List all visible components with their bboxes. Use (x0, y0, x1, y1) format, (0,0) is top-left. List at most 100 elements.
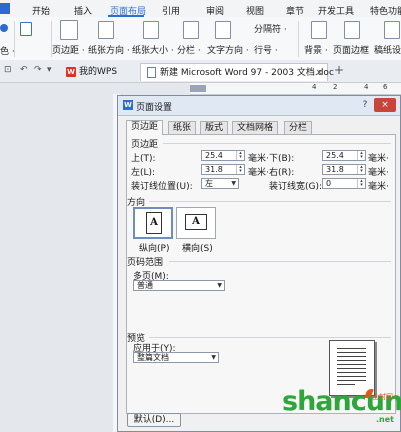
preview-line (337, 368, 366, 369)
background-button[interactable]: 背景 · (304, 43, 328, 56)
document-icon (147, 67, 156, 78)
wps-app-icon: W (123, 100, 133, 110)
divider (149, 337, 391, 338)
draft-paper-icon (384, 21, 400, 39)
landscape-page-icon: A (185, 214, 207, 230)
dialog-title: 页面设置 (136, 103, 173, 113)
preview-line (337, 372, 366, 373)
tab-margins[interactable]: 页边距 (126, 120, 164, 135)
close-tab-icon[interactable]: × (315, 64, 323, 82)
undo-icon[interactable]: ↶ (20, 65, 28, 75)
redo-icon[interactable]: ↷ (34, 65, 42, 75)
right-margin-value: 31.8 (326, 165, 344, 174)
app-menu-icon[interactable] (0, 3, 10, 14)
multi-pages-select[interactable]: 普通 ▼ (133, 280, 225, 291)
apply-to-select[interactable]: 整篇文档 ▼ (133, 352, 219, 363)
landscape-option[interactable]: A (176, 207, 216, 239)
spin-arrows-icon[interactable]: ▴ ▾ (236, 151, 244, 160)
tab-features[interactable]: 特色功能 (370, 4, 401, 17)
divider (169, 261, 391, 262)
preview-line (337, 360, 366, 361)
tab-review[interactable]: 审阅 (206, 4, 224, 17)
ribbon-toolbar: 色 · 页边距 · 纸张方向 · 纸张大小 · 分栏 · 文字方向 · 分隔符 … (0, 17, 401, 61)
help-icon[interactable]: ? (358, 99, 372, 112)
horizontal-ruler[interactable]: 4 2 4 6 (190, 83, 401, 95)
unit-label: 毫米· (368, 182, 389, 192)
top-margin-input[interactable]: 25.4 ▴ ▾ (201, 150, 245, 161)
top-margin-label: 上(T): (131, 154, 156, 164)
right-margin-input[interactable]: 31.8 ▴ ▾ (322, 164, 366, 175)
preview-line (337, 380, 366, 381)
landscape-label[interactable]: 横向(S) (182, 241, 213, 254)
page-border-button[interactable]: 页面边框 (333, 43, 369, 56)
theme-color-button[interactable]: 色 · (0, 44, 15, 57)
divider (149, 201, 391, 202)
tab-active-document[interactable]: 新建 Microsoft Word 97 - 2003 文档.doc × (140, 63, 334, 82)
dialog-title-bar[interactable]: W 页面设置 ? × (118, 96, 400, 116)
tab-active-document-label: 新建 Microsoft Word 97 - 2003 文档.doc (160, 68, 334, 78)
columns-button[interactable]: 分栏 · (177, 43, 201, 56)
tab-my-wps[interactable]: W 我的WPS (66, 63, 136, 81)
text-direction-icon (215, 21, 231, 39)
gutter-width-input[interactable]: 0 ▴ ▾ (322, 178, 366, 189)
tab-view[interactable]: 视图 (246, 4, 264, 17)
separator-button[interactable]: 分隔符 · (254, 22, 287, 35)
margins-icon (60, 20, 78, 40)
new-tab-button[interactable]: + (334, 63, 344, 77)
pages-section-title: 页码范围 (127, 258, 164, 268)
bottom-margin-input[interactable]: 25.4 ▴ ▾ (322, 150, 366, 161)
draft-paper-button[interactable]: 稿纸设 (374, 43, 401, 56)
tab-developer[interactable]: 开发工具 (318, 4, 354, 17)
spin-arrows-icon[interactable]: ▴ ▾ (236, 165, 244, 174)
tab-layout[interactable]: 版式 (200, 121, 229, 134)
portrait-label[interactable]: 纵向(P) (139, 241, 169, 254)
ribbon-separator (298, 21, 299, 57)
portrait-option[interactable]: A (133, 207, 173, 239)
line-numbers-button[interactable]: 行号 · (254, 43, 278, 56)
gutter-position-select[interactable]: 左 ▼ (201, 178, 239, 189)
spin-arrows-icon[interactable]: ▴ ▾ (357, 165, 365, 174)
page-border-icon (344, 21, 360, 39)
gutter-position-value: 左 (205, 179, 213, 188)
orientation-button[interactable]: 纸张方向 · (88, 43, 130, 56)
tab-references[interactable]: 引用 (162, 4, 180, 17)
tab-insert[interactable]: 插入 (74, 4, 92, 17)
gutter-width-value: 0 (326, 179, 332, 188)
ruler-margin-marker (190, 85, 206, 92)
background-icon (311, 21, 327, 39)
tab-doc-grid[interactable]: 文档网格 (232, 121, 279, 134)
default-button[interactable]: 默认(D)... (127, 413, 181, 427)
top-margin-value: 25.4 (205, 151, 223, 160)
margins-section-title: 页边距 (131, 140, 159, 150)
paper-size-button[interactable]: 纸张大小 · (132, 43, 174, 56)
new-doc-icon[interactable]: ⊡ (4, 65, 12, 75)
left-margin-input[interactable]: 31.8 ▴ ▾ (201, 164, 245, 175)
bottom-margin-label: 下(B): (269, 154, 295, 164)
ruler-mark: 4 (364, 83, 369, 91)
preview-line (337, 364, 366, 365)
ruler-mark: 4 (312, 83, 317, 91)
unit-label: 毫米· (368, 168, 389, 178)
spin-arrows-icon[interactable]: ▴ ▾ (357, 151, 365, 160)
margins-button[interactable]: 页边距 · (52, 43, 85, 56)
ruler-mark: 2 (333, 83, 338, 91)
text-direction-button[interactable]: 文字方向 · (207, 43, 249, 56)
more-icon[interactable]: ▾ (47, 65, 52, 75)
preview-line (337, 348, 366, 349)
bottom-margin-value: 25.4 (326, 151, 344, 160)
ruler-mark: 6 (383, 83, 388, 91)
chevron-down-icon: ▼ (217, 282, 222, 289)
paper-size-icon (143, 21, 159, 39)
unit-label: 毫米· (368, 154, 389, 164)
preview-line (337, 356, 366, 357)
tab-my-wps-label: 我的WPS (79, 67, 118, 77)
spin-arrows-icon[interactable]: ▴ ▾ (357, 179, 365, 188)
tab-columns[interactable]: 分栏 (284, 121, 313, 134)
tab-start[interactable]: 开始 (32, 4, 50, 17)
tab-chapter[interactable]: 章节 (286, 4, 304, 17)
close-dialog-button[interactable]: × (374, 98, 396, 112)
gutter-position-label: 装订线位置(U): (131, 182, 193, 192)
tab-paper[interactable]: 纸张 (168, 121, 197, 134)
unit-label: 毫米· (248, 154, 269, 164)
left-margin-value: 31.8 (205, 165, 223, 174)
